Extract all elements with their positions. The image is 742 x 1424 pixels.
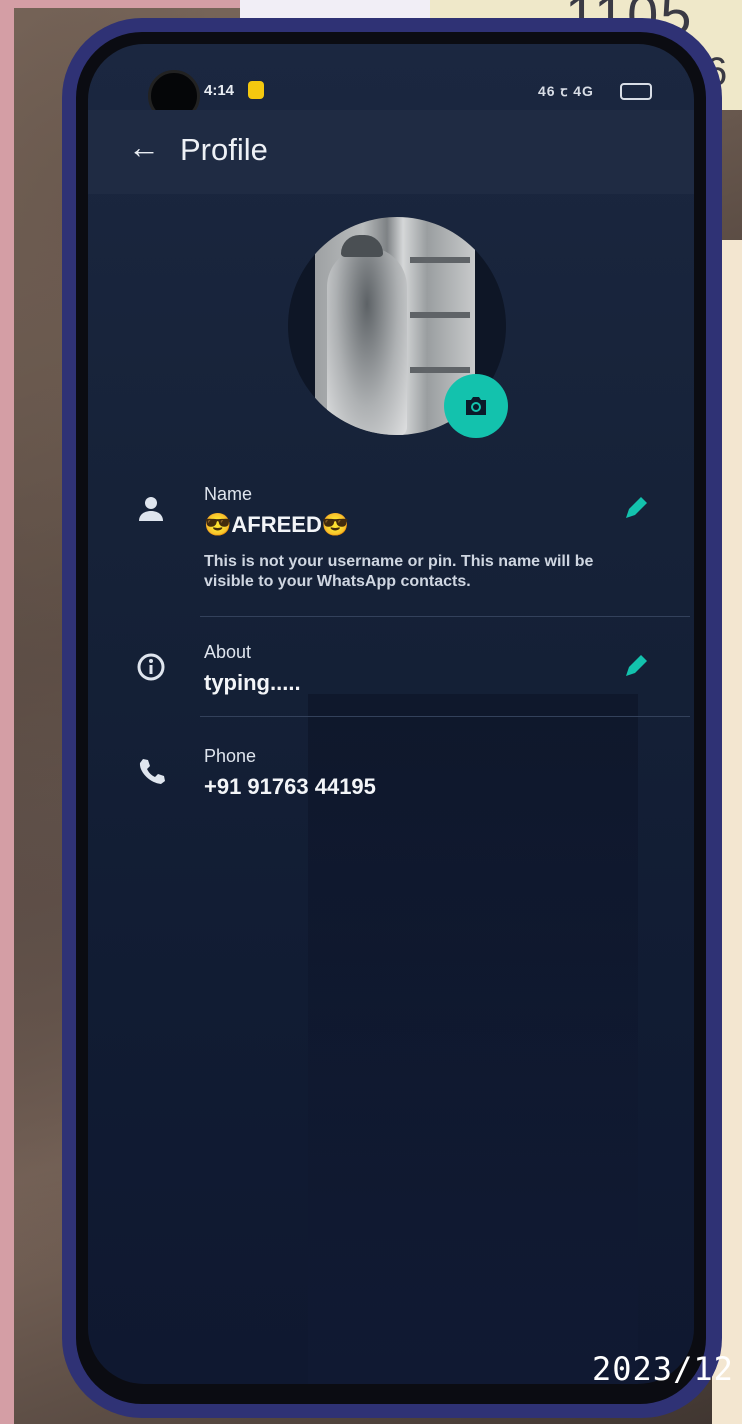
phone-label: Phone [204, 746, 257, 766]
photo-shelf [410, 312, 470, 318]
photo-shelf [410, 257, 470, 263]
status-time: 4:14 [204, 82, 235, 99]
name-hint: This is not your username or pin. This n… [204, 553, 594, 590]
name-row[interactable]: Name 😎AFREED😎 This is not your username … [88, 480, 694, 610]
about-row[interactable]: About typing..... [88, 638, 694, 708]
phone-value: +91 91763 44195 [204, 774, 376, 799]
change-photo-button[interactable] [444, 374, 508, 438]
divider [200, 616, 690, 617]
frame-border-left [0, 0, 14, 1424]
info-icon [137, 653, 165, 681]
divider [200, 716, 690, 717]
status-bar: 4:14 46 ꞇ 4G [88, 76, 694, 110]
about-label: About [204, 642, 252, 662]
page-title: Profile [180, 132, 268, 167]
about-value: typing..... [204, 670, 301, 695]
person-icon [139, 497, 163, 521]
camera-icon [466, 397, 486, 415]
pencil-icon[interactable] [622, 494, 650, 522]
battery-icon [620, 83, 652, 100]
phone-icon [139, 759, 165, 784]
notification-icon [248, 81, 264, 99]
name-label: Name [204, 484, 253, 504]
name-value: 😎AFREED😎 [204, 512, 350, 537]
signal-icons: 46 ꞇ 4G [538, 83, 594, 99]
phone-row: Phone +91 91763 44195 [88, 742, 694, 812]
app-bar: ← Profile [88, 110, 694, 194]
photo-shelf [410, 367, 470, 373]
photo-cap [341, 235, 383, 257]
date-stamp: 2023/12 [592, 1350, 734, 1388]
photo-person [327, 247, 407, 435]
pencil-icon[interactable] [622, 652, 650, 680]
back-arrow-icon[interactable]: ← [128, 130, 162, 164]
